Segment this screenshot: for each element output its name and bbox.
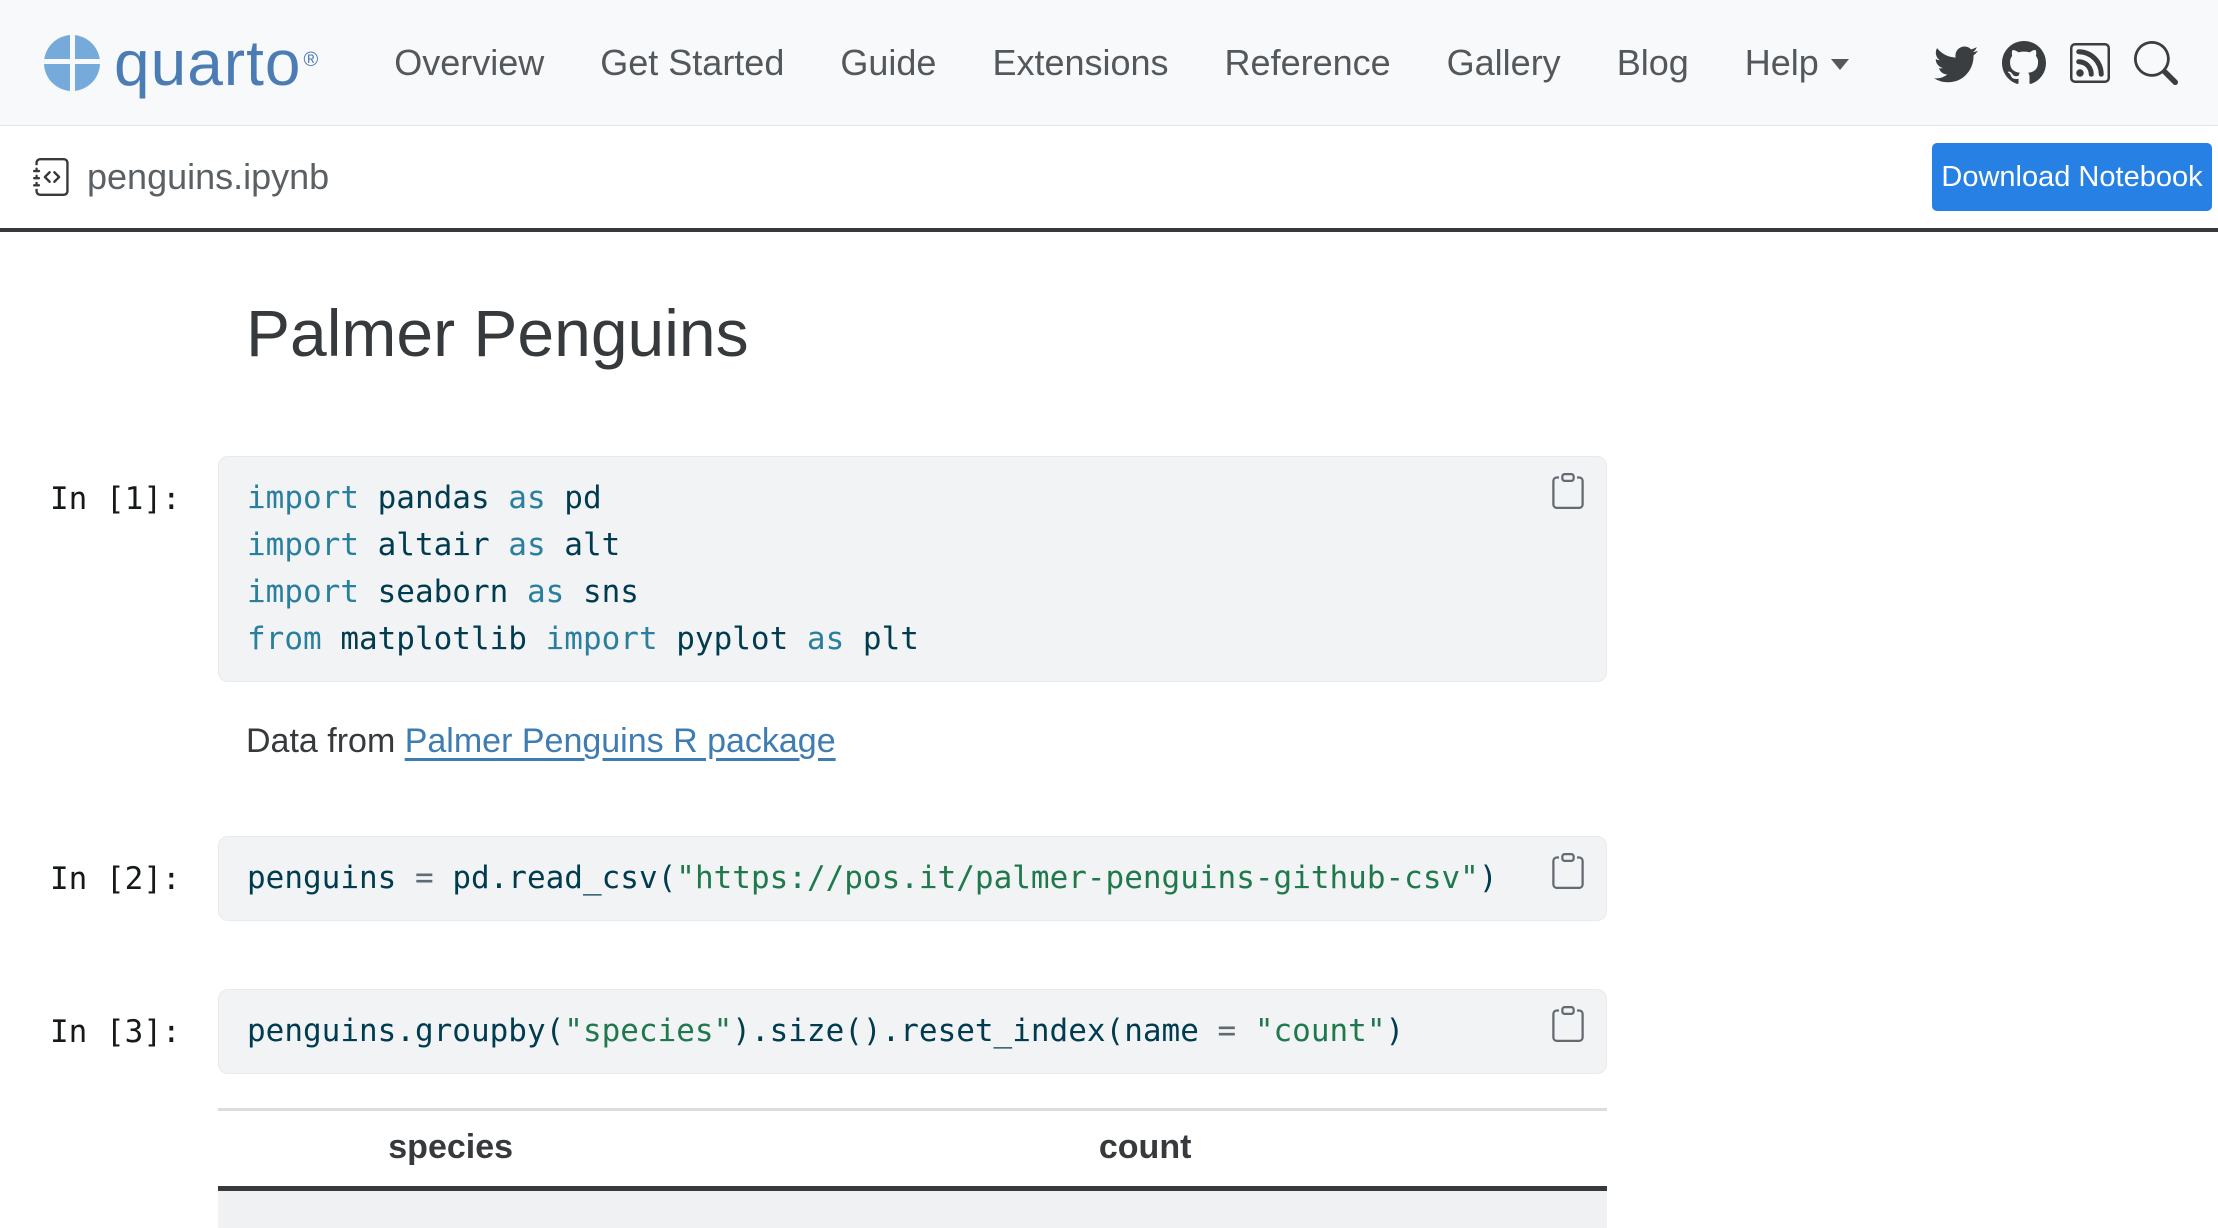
code-block: penguins.groupby("species").size().reset… xyxy=(218,989,1607,1074)
data-source-prefix: Data from xyxy=(246,722,405,760)
nav-item-extensions[interactable]: Extensions xyxy=(992,42,1168,84)
cell-prompt: In [2]: xyxy=(0,836,218,903)
page-title: Palmer Penguins xyxy=(246,296,2218,372)
twitter-icon[interactable] xyxy=(1934,41,1978,85)
code-block: import pandas as pdimport altair as alti… xyxy=(218,456,1607,682)
code-cell: In [3]: penguins.groupby("species").size… xyxy=(0,989,2218,1074)
copy-to-clipboard-icon[interactable] xyxy=(1550,1006,1586,1042)
code-cell: In [2]: penguins = pd.read_csv("https://… xyxy=(0,836,2218,921)
top-navbar: quarto ® Overview Get Started Guide Exte… xyxy=(0,0,2218,126)
download-notebook-button[interactable]: Download Notebook xyxy=(1932,143,2212,211)
table-row xyxy=(218,1188,1607,1228)
code-cell: In [1]: import pandas as pdimport altair… xyxy=(0,456,2218,682)
copy-to-clipboard-icon[interactable] xyxy=(1550,853,1586,889)
palmer-penguins-link[interactable]: Palmer Penguins R package xyxy=(405,722,836,760)
data-source-note: Data from Palmer Penguins R package xyxy=(246,720,2218,762)
nav-item-blog[interactable]: Blog xyxy=(1617,42,1689,84)
code-lines: penguins.groupby("species").size().reset… xyxy=(247,1008,1578,1055)
column-header-species: species xyxy=(218,1109,683,1188)
nav-item-help[interactable]: Help xyxy=(1745,42,1849,84)
nav-item-get-started[interactable]: Get Started xyxy=(600,42,784,84)
nav-item-overview[interactable]: Overview xyxy=(394,42,544,84)
notebook-filename: penguins.ipynb xyxy=(87,156,329,198)
navbar-icons xyxy=(1934,41,2178,85)
nav-item-guide[interactable]: Guide xyxy=(840,42,936,84)
registered-mark: ® xyxy=(303,49,318,72)
dataframe-table: species count xyxy=(218,1108,1607,1228)
nav-item-help-label: Help xyxy=(1745,42,1819,84)
cell-prompt: In [1]: xyxy=(0,456,218,523)
code-lines: penguins = pd.read_csv("https://pos.it/p… xyxy=(247,855,1578,902)
article: Palmer Penguins In [1]: import pandas as… xyxy=(0,296,2218,1228)
notebook-bar: penguins.ipynb Download Notebook xyxy=(0,126,2218,232)
page: quarto ® Overview Get Started Guide Exte… xyxy=(0,0,2218,1222)
quarto-logo[interactable]: quarto ® xyxy=(44,31,316,95)
search-icon[interactable] xyxy=(2134,41,2178,85)
column-header-count: count xyxy=(683,1109,1607,1188)
code-block: penguins = pd.read_csv("https://pos.it/p… xyxy=(218,836,1607,921)
rss-icon[interactable] xyxy=(2070,43,2110,83)
journal-code-icon xyxy=(33,158,71,196)
primary-nav: Overview Get Started Guide Extensions Re… xyxy=(394,42,1849,84)
nav-item-reference[interactable]: Reference xyxy=(1225,42,1391,84)
cell-prompt: In [3]: xyxy=(0,989,218,1056)
brand-wordmark: quarto xyxy=(114,31,301,95)
chevron-down-icon xyxy=(1831,59,1849,70)
quarto-globe-icon xyxy=(44,35,100,91)
dataframe-table-header: species count xyxy=(218,1109,1607,1188)
nav-item-gallery[interactable]: Gallery xyxy=(1447,42,1561,84)
copy-to-clipboard-icon[interactable] xyxy=(1550,473,1586,509)
github-icon[interactable] xyxy=(2002,41,2046,85)
code-lines: import pandas as pdimport altair as alti… xyxy=(247,475,1578,663)
